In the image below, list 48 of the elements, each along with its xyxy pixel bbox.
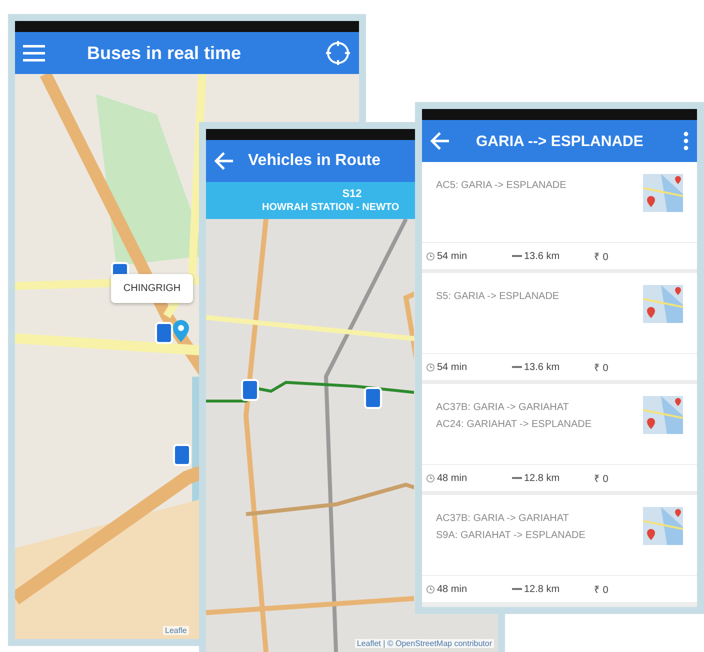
fare: ₹ 0 bbox=[594, 473, 608, 485]
map-attribution: Leafle bbox=[163, 626, 189, 635]
distance: 12.8 km bbox=[524, 472, 560, 484]
fare: ₹ 0 bbox=[594, 362, 608, 374]
location-pin-icon[interactable] bbox=[173, 320, 189, 342]
route-leg: S9A: GARIAHAT -> ESPLANADE bbox=[436, 530, 586, 541]
map-popup: CHINGRIGH bbox=[111, 274, 193, 303]
map-thumbnail-icon[interactable] bbox=[643, 507, 683, 545]
distance: 12.8 km bbox=[524, 584, 560, 594]
map-attribution: Leaflet | © OpenStreetMap contributor bbox=[354, 639, 494, 648]
app-title: GARIA --> ESPLANADE bbox=[476, 132, 644, 150]
travel-time: 54 min bbox=[437, 362, 468, 372]
travel-time: 48 min bbox=[437, 472, 468, 484]
more-icon[interactable] bbox=[683, 131, 689, 151]
distance: 13.6 km bbox=[524, 362, 560, 372]
distance-icon bbox=[512, 365, 522, 369]
route-leg: AC5: GARIA -> ESPLANADE bbox=[436, 180, 566, 191]
journey-card[interactable]: AC37B: GARIA -> GARIAHAT S9A: GARIAHAT -> ESPLANADE 48 min 12.8 km ₹ 0 bbox=[422, 495, 697, 602]
fare: ₹ 0 bbox=[594, 584, 608, 596]
back-icon[interactable] bbox=[430, 132, 450, 150]
fare: ₹ 0 bbox=[594, 251, 608, 263]
locate-icon[interactable] bbox=[325, 40, 351, 66]
map-thumbnail-icon[interactable] bbox=[643, 396, 683, 434]
clock-icon bbox=[426, 584, 435, 594]
menu-icon[interactable] bbox=[23, 44, 45, 62]
map-thumbnail-icon[interactable] bbox=[643, 285, 683, 323]
route-leg: AC24: GARIAHAT -> ESPLANADE bbox=[436, 419, 592, 430]
journey-card[interactable]: AC37B: GARIA -> GARIAHAT AC24: GARIAHAT -> ESPLANADE 48 min 12.8 km ₹ 0 bbox=[422, 384, 697, 491]
clock-icon bbox=[426, 474, 435, 482]
journey-card[interactable]: AC5: GARIA -> ESPLANADE 54 min 13.6 km ₹ 0 bbox=[422, 162, 697, 269]
route-name: HOWRAH STATION - NEWTO bbox=[262, 202, 400, 213]
clock-icon bbox=[426, 362, 435, 372]
app-title: Buses in real time bbox=[87, 42, 242, 64]
route-leg: AC37B: GARIA -> GARIAHAT bbox=[436, 402, 570, 413]
route-leg: S5: GARIA -> ESPLANADE bbox=[436, 291, 560, 302]
travel-time: 48 min bbox=[437, 584, 468, 594]
clock-icon bbox=[426, 252, 435, 260]
back-icon[interactable] bbox=[214, 152, 234, 170]
distance-icon bbox=[512, 587, 522, 591]
journey-card[interactable]: S5: GARIA -> ESPLANADE 54 min 13.6 km ₹ 0 bbox=[422, 273, 697, 380]
travel-time: 54 min bbox=[437, 250, 468, 262]
route-number: S12 bbox=[342, 188, 362, 200]
distance: 13.6 km bbox=[524, 250, 560, 262]
distance-icon bbox=[512, 476, 522, 480]
distance-icon bbox=[512, 254, 522, 258]
map-thumbnail-icon[interactable] bbox=[643, 174, 683, 212]
app-title: Vehicles in Route bbox=[248, 152, 380, 170]
route-leg: AC37B: GARIA -> GARIAHAT bbox=[436, 513, 570, 524]
